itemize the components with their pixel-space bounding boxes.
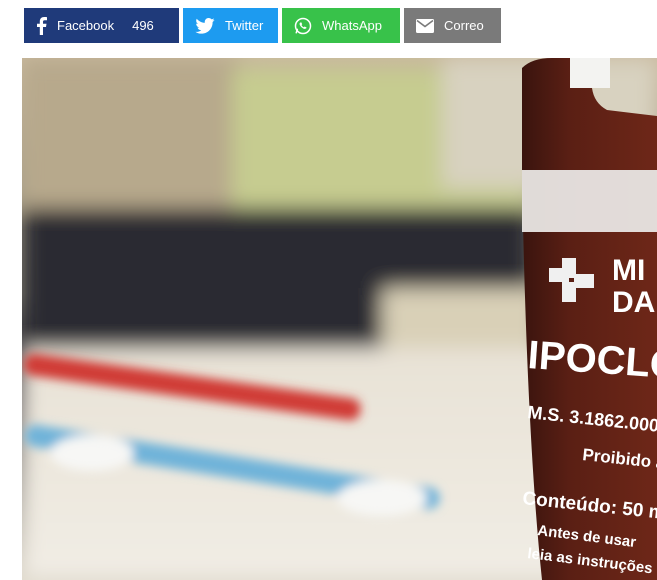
bottle-label-line: DA bbox=[612, 286, 655, 319]
bottle-label-line: MI bbox=[612, 254, 645, 287]
whatsapp-label: WhatsApp bbox=[322, 18, 382, 33]
whatsapp-icon bbox=[294, 17, 312, 35]
twitter-share-button[interactable]: Twitter bbox=[183, 8, 278, 43]
share-bar: Facebook 496 Twitter WhatsApp Correo bbox=[24, 8, 501, 43]
facebook-label: Facebook bbox=[57, 18, 115, 33]
article-hero-image: MI DA IPOCLORI M.S. 3.1862.0001 Proibido… bbox=[22, 58, 657, 580]
twitter-label: Twitter bbox=[225, 18, 264, 33]
email-label: Correo bbox=[444, 18, 484, 33]
email-share-button[interactable]: Correo bbox=[404, 8, 501, 43]
twitter-bird-icon bbox=[195, 17, 215, 34]
facebook-share-count: 496 bbox=[132, 18, 154, 33]
facebook-share-button[interactable]: Facebook 496 bbox=[24, 8, 179, 43]
hypochlorite-bottle-photo: MI DA IPOCLORI M.S. 3.1862.0001 Proibido… bbox=[22, 58, 657, 580]
envelope-icon bbox=[416, 18, 434, 33]
facebook-icon bbox=[36, 16, 47, 35]
whatsapp-share-button[interactable]: WhatsApp bbox=[282, 8, 400, 43]
